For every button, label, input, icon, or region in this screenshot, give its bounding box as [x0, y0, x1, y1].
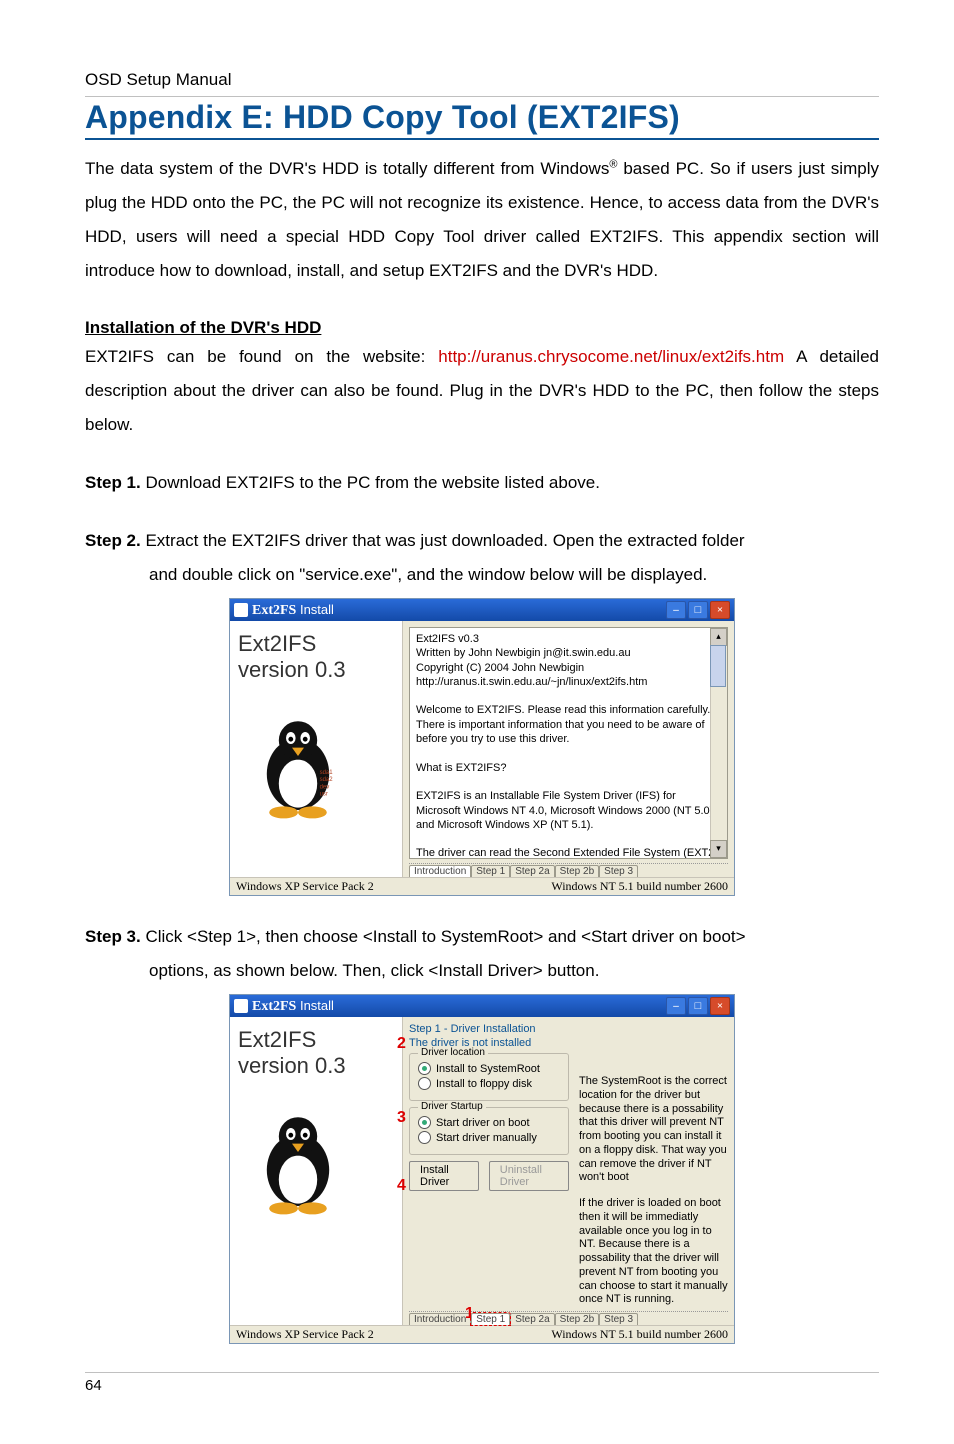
product-version: version 0.3 — [238, 657, 394, 683]
intro-para-welcome: Welcome to EXT2IFS. Please read this inf… — [416, 703, 721, 746]
svg-text:sda2: sda2 — [320, 777, 334, 783]
panel-title: Step 1 - Driver Installation — [409, 1023, 728, 1035]
install-paragraph: EXT2IFS can be found on the website: htt… — [85, 340, 879, 442]
desc-boot: If the driver is loaded on boot then it … — [579, 1197, 728, 1307]
maximize-button[interactable]: □ — [688, 601, 708, 619]
step-2-text-a: Extract the EXT2IFS driver that was just… — [141, 531, 745, 550]
tabs-row: Introduction Step 1 Step 2a Step 2b Step… — [409, 1311, 728, 1325]
intro-line-1: Ext2IFS v0.3 — [416, 632, 721, 646]
group-label-startup: Driver Startup — [418, 1101, 486, 1112]
desc-systemroot: The SystemRoot is the correct location f… — [579, 1075, 728, 1185]
tab-step-1[interactable]: Step 1 — [471, 1313, 510, 1325]
status-os: Windows XP Service Pack 2 — [236, 1327, 374, 1342]
scrollbar[interactable]: ▴ ▾ — [710, 628, 727, 858]
intro-para-what: EXT2IFS is an Installable File System Dr… — [416, 789, 721, 832]
step-2-label: Step 2. — [85, 531, 141, 550]
step-3-text-b: options, as shown below. Then, click <In… — [85, 954, 879, 988]
app-icon — [234, 603, 248, 617]
scroll-thumb[interactable] — [710, 645, 726, 687]
ext2fs-install-window-step1: Ext2FS Install – □ × Ext2IFS version 0.3 — [229, 994, 735, 1344]
step-3-label: Step 3. — [85, 927, 141, 946]
step-1-text: Download EXT2IFS to the PC from the webs… — [141, 473, 600, 492]
window-title-a: Ext2FS — [252, 603, 296, 618]
step-2-text-b: and double click on "service.exe", and t… — [85, 558, 879, 592]
install-text-a: EXT2IFS can be found on the website: — [85, 347, 438, 366]
install-driver-button[interactable]: Install Driver — [409, 1161, 479, 1191]
window-title-b: Install — [296, 998, 334, 1013]
scroll-down-icon[interactable]: ▾ — [710, 840, 727, 858]
product-name: Ext2IFS — [238, 631, 394, 657]
tab-step-2a[interactable]: Step 2a — [510, 1313, 554, 1325]
svg-text:dev: dev — [320, 784, 330, 790]
uninstall-driver-button[interactable]: Uninstall Driver — [489, 1161, 569, 1191]
maximize-button[interactable]: □ — [688, 997, 708, 1015]
callout-4: 4 — [397, 1177, 406, 1195]
tab-step-2b[interactable]: Step 2b — [555, 1313, 599, 1325]
intro-text-a: The data system of the DVR's HDD is tota… — [85, 159, 609, 178]
window-titlebar: Ext2FS Install – □ × — [230, 995, 734, 1017]
window-title-a: Ext2FS — [252, 999, 296, 1014]
close-button[interactable]: × — [710, 601, 730, 619]
minimize-button[interactable]: – — [666, 997, 686, 1015]
section-heading-installation: Installation of the DVR's HDD — [85, 318, 879, 338]
ext2fs-install-window-intro: Ext2FS Install – □ × Ext2IFS version 0.3 — [229, 598, 735, 896]
status-build: Windows NT 5.1 build number 2600 — [551, 1327, 728, 1342]
radio-icon — [418, 1077, 431, 1090]
tabs-row: Introduction Step 1 Step 2a Step 2b Step… — [409, 863, 728, 877]
running-header: OSD Setup Manual — [85, 70, 879, 90]
tux-penguin-image: sda1sda2 devusr — [238, 702, 358, 822]
intro-q1: What is EXT2IFS? — [416, 761, 721, 775]
step-2: Step 2. Extract the EXT2IFS driver that … — [85, 524, 879, 592]
tab-introduction[interactable]: Introduction — [409, 865, 471, 877]
step-3-text-a: Click <Step 1>, then choose <Install to … — [141, 927, 746, 946]
intro-line-4: http://uranus.it.swin.edu.au/~jn/linux/e… — [416, 675, 721, 689]
svg-text:sda1: sda1 — [320, 770, 334, 776]
tab-step-2b[interactable]: Step 2b — [555, 865, 599, 877]
tab-step-1[interactable]: Step 1 — [471, 865, 510, 877]
app-icon — [234, 999, 248, 1013]
radio-install-systemroot[interactable]: Install to SystemRoot — [418, 1062, 560, 1075]
minimize-button[interactable]: – — [666, 601, 686, 619]
intro-line-3: Copyright (C) 2004 John Newbigin — [416, 661, 721, 675]
radio-label: Start driver manually — [436, 1132, 537, 1144]
svg-text:usr: usr — [320, 791, 328, 797]
radio-label: Install to SystemRoot — [436, 1063, 540, 1075]
callout-2: 2 — [397, 1035, 406, 1053]
product-version: version 0.3 — [238, 1053, 394, 1079]
status-os: Windows XP Service Pack 2 — [236, 879, 374, 894]
step-3: Step 3. Click <Step 1>, then choose <Ins… — [85, 920, 879, 988]
radio-label: Start driver on boot — [436, 1117, 530, 1129]
group-label-location: Driver location — [418, 1047, 488, 1058]
tab-step-2a[interactable]: Step 2a — [510, 865, 554, 877]
page-number: 64 — [85, 1377, 102, 1394]
radio-icon — [418, 1116, 431, 1129]
tab-step-3[interactable]: Step 3 — [599, 1313, 638, 1325]
window-titlebar: Ext2FS Install – □ × — [230, 599, 734, 621]
scroll-up-icon[interactable]: ▴ — [710, 628, 727, 646]
tux-penguin-image — [238, 1098, 358, 1218]
ext2ifs-link[interactable]: http://uranus.chrysocome.net/linux/ext2i… — [438, 347, 784, 366]
close-button[interactable]: × — [710, 997, 730, 1015]
product-name: Ext2IFS — [238, 1027, 394, 1053]
group-driver-location: Driver location Install to SystemRoot In… — [409, 1053, 569, 1101]
step-1: Step 1. Download EXT2IFS to the PC from … — [85, 466, 879, 500]
status-build: Windows NT 5.1 build number 2600 — [551, 879, 728, 894]
radio-icon — [418, 1062, 431, 1075]
tab-introduction[interactable]: Introduction — [409, 1313, 471, 1325]
intro-para-driver: The driver can read the Second Extended … — [416, 846, 721, 859]
radio-icon — [418, 1131, 431, 1144]
radio-install-floppy[interactable]: Install to floppy disk — [418, 1077, 560, 1090]
radio-start-on-boot[interactable]: Start driver on boot — [418, 1116, 560, 1129]
tab-step-3[interactable]: Step 3 — [599, 865, 638, 877]
window-title-b: Install — [296, 602, 334, 617]
group-driver-startup: Driver Startup Start driver on boot Star… — [409, 1107, 569, 1155]
intro-paragraph: The data system of the DVR's HDD is tota… — [85, 152, 879, 288]
radio-start-manually[interactable]: Start driver manually — [418, 1131, 560, 1144]
step-1-label: Step 1. — [85, 473, 141, 492]
page-title: Appendix E: HDD Copy Tool (EXT2IFS) — [85, 99, 879, 140]
intro-text-box: Ext2IFS v0.3 Written by John Newbigin jn… — [409, 627, 728, 859]
radio-label: Install to floppy disk — [436, 1078, 532, 1090]
callout-3: 3 — [397, 1109, 406, 1127]
intro-line-2: Written by John Newbigin jn@it.swin.edu.… — [416, 646, 721, 660]
